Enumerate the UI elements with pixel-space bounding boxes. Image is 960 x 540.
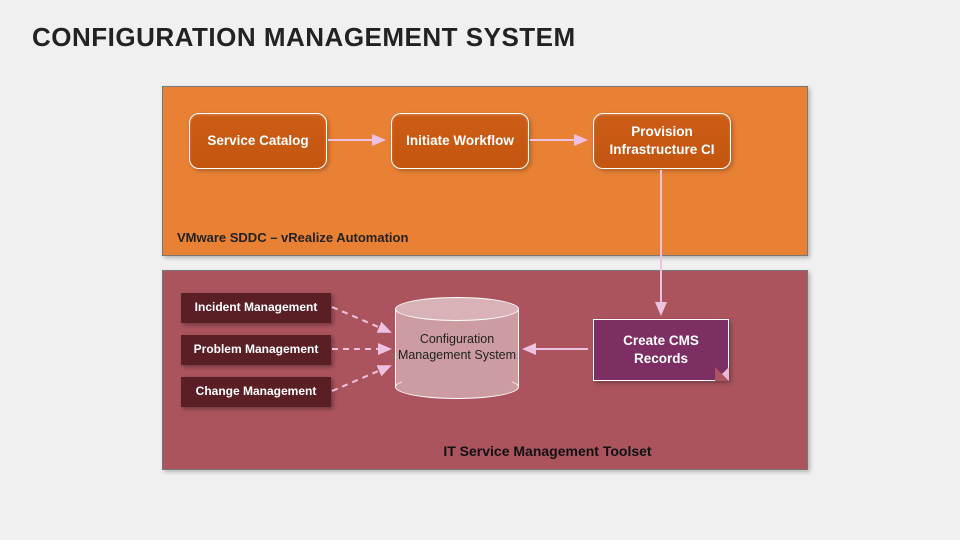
node-initiate-workflow: Initiate Workflow	[391, 113, 529, 169]
node-incident-management: Incident Management	[181, 293, 331, 323]
node-service-catalog: Service Catalog	[189, 113, 327, 169]
page-title: CONFIGURATION MANAGEMENT SYSTEM	[32, 22, 576, 53]
node-label: Provision Infrastructure CI	[604, 123, 720, 158]
panel-itsm-toolset: Incident Management Problem Management C…	[162, 270, 808, 470]
note-create-cms-records: Create CMS Records	[593, 319, 729, 381]
node-label: Problem Management	[194, 342, 319, 358]
node-label: Change Management	[196, 384, 317, 400]
note-label: Create CMS Records	[604, 332, 718, 367]
node-label: Service Catalog	[207, 132, 308, 150]
node-label: Initiate Workflow	[406, 132, 514, 150]
panel-bottom-label: IT Service Management Toolset	[443, 443, 651, 459]
cylinder-cms: Configuration Management System	[395, 297, 519, 399]
node-change-management: Change Management	[181, 377, 331, 407]
node-problem-management: Problem Management	[181, 335, 331, 365]
node-label: Incident Management	[195, 300, 318, 316]
node-provision-ci: Provision Infrastructure CI	[593, 113, 731, 169]
panel-vmware-sddc: Service Catalog Initiate Workflow Provis…	[162, 86, 808, 256]
panel-top-label: VMware SDDC – vRealize Automation	[177, 230, 408, 245]
cylinder-label: Configuration Management System	[395, 331, 519, 364]
